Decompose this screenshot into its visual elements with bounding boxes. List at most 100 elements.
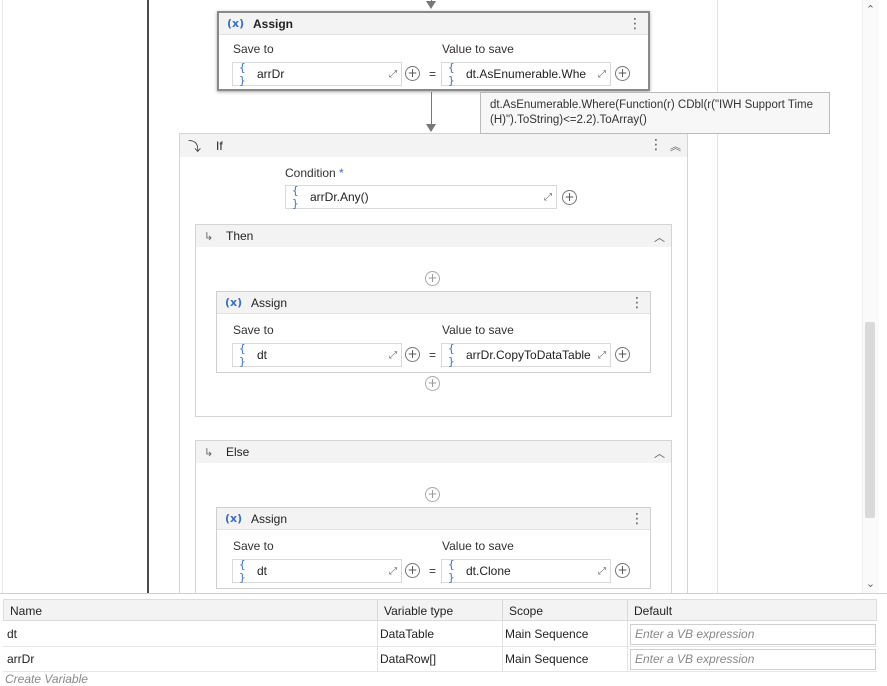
- workflow-canvas[interactable]: (x) Assign ⋮ Save to Value to save { } a…: [0, 0, 887, 593]
- column-header-name[interactable]: Name: [4, 600, 378, 622]
- then-branch[interactable]: ↳ Then ︿ + (x) Assign ⋮ Save to Value to…: [195, 224, 672, 417]
- more-options-icon[interactable]: ⋮: [630, 294, 644, 312]
- expand-icon[interactable]: ⤢: [385, 566, 401, 577]
- add-variable-icon[interactable]: +: [405, 66, 420, 81]
- scroll-down-icon[interactable]: ⌄: [862, 576, 879, 592]
- if-title: If: [216, 138, 223, 153]
- condition-expression[interactable]: arrDr.Any(): [310, 190, 540, 204]
- assign-activity-else[interactable]: (x) Assign ⋮ Save to Value to save { } d…: [216, 507, 651, 589]
- more-options-icon[interactable]: ⋮: [628, 15, 642, 33]
- save-to-field[interactable]: { } arrDr ⤢: [232, 61, 402, 87]
- variable-row[interactable]: dt DataTable Main Sequence Enter a VB ex…: [3, 622, 877, 647]
- connector-arrow: [426, 124, 436, 132]
- assign-header[interactable]: (x) Assign ⋮: [217, 292, 650, 314]
- variable-name[interactable]: arrDr: [5, 647, 34, 672]
- branch-arrow-icon: ↳: [204, 229, 214, 243]
- assign-icon: (x): [225, 296, 243, 309]
- condition-label: Condition *: [285, 166, 344, 180]
- else-title: Else: [226, 445, 250, 459]
- add-activity-icon[interactable]: +: [425, 271, 440, 286]
- equals-sign: =: [429, 564, 437, 578]
- value-to-save-field[interactable]: { } arrDr.CopyToDataTable ⤢: [441, 342, 611, 368]
- add-variable-icon[interactable]: +: [562, 190, 577, 205]
- add-variable-icon[interactable]: +: [615, 563, 630, 578]
- variable-scope[interactable]: Main Sequence: [503, 647, 588, 672]
- variable-type[interactable]: DataRow[]: [378, 647, 436, 672]
- assign-icon: (x): [227, 17, 245, 30]
- scrollbar-thumb[interactable]: [865, 322, 875, 518]
- column-header-scope[interactable]: Scope: [503, 600, 628, 622]
- more-options-icon[interactable]: ⋮: [649, 136, 663, 154]
- expand-icon[interactable]: ⤢: [385, 350, 401, 361]
- value-expression[interactable]: arrDr.CopyToDataTable: [466, 348, 594, 362]
- variable-row[interactable]: arrDr DataRow[] Main Sequence Enter a VB…: [3, 647, 877, 672]
- collapse-icon[interactable]: ︿: [654, 229, 665, 245]
- value-to-save-field[interactable]: { } dt.Clone ⤢: [441, 558, 611, 584]
- column-header-type[interactable]: Variable type: [378, 600, 503, 622]
- value-expression[interactable]: dt.AsEnumerable.Whe: [466, 67, 594, 81]
- value-to-save-field[interactable]: { } dt.AsEnumerable.Whe ⤢: [441, 61, 611, 87]
- expression-tooltip: dt.AsEnumerable.Where(Function(r) CDbl(r…: [480, 92, 830, 134]
- save-to-value[interactable]: dt: [257, 348, 385, 362]
- collapse-icon[interactable]: ︿: [654, 445, 665, 461]
- assign-header[interactable]: (x) Assign ⋮: [219, 13, 648, 35]
- condition-label-text: Condition: [285, 166, 336, 180]
- branch-arrow-icon: ↳: [204, 445, 214, 459]
- value-to-save-label: Value to save: [442, 539, 514, 553]
- else-header[interactable]: ↳ Else ︿: [196, 441, 671, 463]
- assign-icon: (x): [225, 512, 243, 525]
- add-activity-icon[interactable]: +: [425, 376, 440, 391]
- connector-arrow-top: [426, 1, 436, 9]
- assign-activity-then[interactable]: (x) Assign ⋮ Save to Value to save { } d…: [216, 291, 651, 373]
- assign-header[interactable]: (x) Assign ⋮: [217, 508, 650, 530]
- sequence-left-line: [147, 0, 149, 593]
- variable-scope[interactable]: Main Sequence: [503, 622, 588, 647]
- if-header[interactable]: ⤵ If ⋮ ︽: [180, 134, 687, 157]
- braces-icon: { }: [239, 61, 246, 87]
- value-expression[interactable]: dt.Clone: [466, 564, 594, 578]
- save-to-label: Save to: [233, 539, 274, 553]
- value-to-save-label: Value to save: [442, 42, 514, 56]
- column-divider: [627, 621, 628, 671]
- else-branch[interactable]: ↳ Else ︿ + (x) Assign ⋮ Save to Value to…: [195, 440, 672, 593]
- then-title: Then: [226, 229, 254, 243]
- assign-activity-arrdr[interactable]: (x) Assign ⋮ Save to Value to save { } a…: [217, 11, 650, 91]
- assign-title: Assign: [251, 511, 288, 526]
- braces-icon: { }: [448, 342, 455, 368]
- expand-icon[interactable]: ⤢: [385, 69, 401, 80]
- save-to-field[interactable]: { } dt ⤢: [232, 342, 402, 368]
- add-variable-icon[interactable]: +: [405, 563, 420, 578]
- scroll-up-icon[interactable]: ⌃: [862, 2, 879, 18]
- expand-icon[interactable]: ⤢: [594, 69, 610, 80]
- variable-name[interactable]: dt: [5, 622, 17, 647]
- add-activity-icon[interactable]: +: [425, 487, 440, 502]
- collapse-icon[interactable]: ︽: [670, 138, 681, 154]
- required-mark: *: [339, 166, 344, 180]
- braces-icon: { }: [448, 558, 455, 584]
- add-variable-icon[interactable]: +: [615, 66, 630, 81]
- expand-icon[interactable]: ⤢: [594, 350, 610, 361]
- expand-icon[interactable]: ⤢: [594, 566, 610, 577]
- save-to-value[interactable]: dt: [257, 564, 385, 578]
- condition-field[interactable]: { } arrDr.Any() ⤢: [285, 184, 557, 210]
- add-variable-icon[interactable]: +: [405, 347, 420, 362]
- column-divider: [502, 621, 503, 671]
- save-to-label: Save to: [233, 42, 274, 56]
- then-header[interactable]: ↳ Then ︿: [196, 225, 671, 247]
- variables-panel: Name Variable type Scope Default dt Data…: [0, 593, 887, 686]
- more-options-icon[interactable]: ⋮: [630, 510, 644, 528]
- variable-default-input[interactable]: Enter a VB expression: [630, 649, 876, 670]
- if-activity[interactable]: ⤵ If ⋮ ︽ Condition * { } arrDr.Any() ⤢ +…: [179, 133, 688, 593]
- save-to-value[interactable]: arrDr: [257, 67, 385, 81]
- braces-icon: { }: [448, 61, 455, 87]
- value-to-save-label: Value to save: [442, 323, 514, 337]
- save-to-field[interactable]: { } dt ⤢: [232, 558, 402, 584]
- expand-icon[interactable]: ⤢: [540, 192, 556, 203]
- create-variable-link[interactable]: Create Variable: [5, 672, 88, 686]
- variable-default-input[interactable]: Enter a VB expression: [630, 624, 876, 645]
- assign-title: Assign: [251, 295, 288, 310]
- add-variable-icon[interactable]: +: [615, 347, 630, 362]
- column-header-default[interactable]: Default: [628, 600, 878, 622]
- save-to-label: Save to: [233, 323, 274, 337]
- variable-type[interactable]: DataTable: [378, 622, 434, 647]
